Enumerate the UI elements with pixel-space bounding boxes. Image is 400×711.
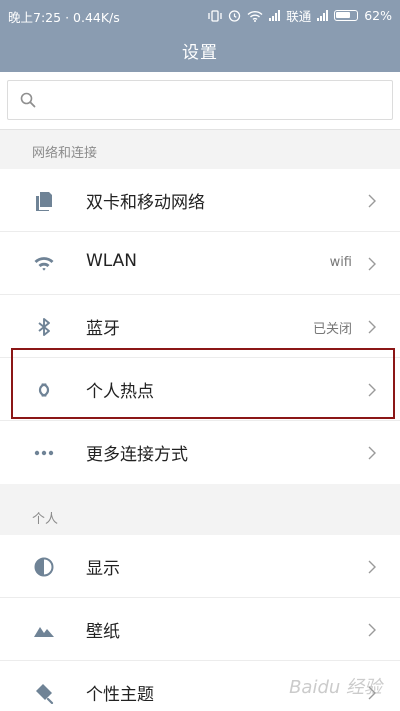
- setting-item-value: 已关闭: [312, 322, 352, 337]
- setting-item-more-connections[interactable]: 更多连接方式: [0, 421, 400, 484]
- chevron-right-icon: [368, 194, 376, 208]
- setting-item-label: 壁纸: [86, 622, 120, 642]
- wifi-status-icon: [247, 10, 263, 22]
- signal-icon-2: [317, 10, 329, 21]
- setting-item-label: 个人热点: [86, 382, 154, 402]
- vibrate-icon: [208, 9, 222, 22]
- battery-icon: [334, 10, 359, 21]
- chevron-right-icon: [368, 623, 376, 637]
- setting-item-display[interactable]: 显示: [0, 535, 400, 598]
- page-title: 设置: [182, 43, 218, 63]
- setting-item-label: 显示: [86, 559, 120, 579]
- section-title-network: 网络和连接: [32, 146, 98, 161]
- top-bar: 晚上7:25 · 0.44K/s 联通 62% 设置: [0, 0, 400, 72]
- setting-item-label: 个性主题: [86, 685, 154, 705]
- search-icon: [20, 92, 36, 108]
- search-bar: [0, 72, 400, 130]
- chevron-right-icon: [368, 383, 376, 397]
- more-dots-icon: [34, 450, 54, 456]
- setting-item-wallpaper[interactable]: 壁纸: [0, 598, 400, 661]
- carrier-name: 联通: [286, 9, 312, 24]
- wifi-icon: [34, 257, 54, 271]
- battery-level: 62%: [364, 8, 392, 23]
- alarm-icon: [229, 10, 241, 22]
- status-right: 联通 62%: [208, 6, 392, 25]
- setting-item-dual-sim[interactable]: 双卡和移动网络: [0, 169, 400, 232]
- setting-item-wlan[interactable]: WLAN wifi: [0, 232, 400, 295]
- status-time: 晚上7:25: [8, 10, 62, 25]
- setting-item-label: 蓝牙: [86, 319, 120, 339]
- chevron-right-icon: [368, 257, 376, 271]
- chevron-right-icon: [368, 446, 376, 460]
- section-network: 双卡和移动网络 WLAN wifi 蓝牙 已关闭 个人热点 更多连接方式: [0, 169, 400, 484]
- status-speed: 0.44K/s: [73, 10, 120, 25]
- wallpaper-icon: [34, 627, 54, 637]
- section-title-personal: 个人: [32, 512, 59, 527]
- setting-item-label: 更多连接方式: [86, 445, 188, 465]
- display-icon: [34, 557, 54, 577]
- status-bar: 晚上7:25 · 0.44K/s 联通 62%: [0, 0, 400, 30]
- watermark: Baidu 经验: [289, 677, 382, 698]
- search-input[interactable]: [7, 80, 393, 120]
- signal-icon: [269, 10, 281, 21]
- sim-card-icon: [36, 192, 52, 211]
- setting-item-label: WLAN: [86, 251, 138, 271]
- hotspot-icon: [38, 383, 50, 397]
- chevron-right-icon: [368, 560, 376, 574]
- chevron-right-icon: [368, 320, 376, 334]
- setting-item-label: 双卡和移动网络: [86, 193, 205, 213]
- theme-icon: [36, 684, 54, 704]
- setting-item-value: wifi: [329, 255, 352, 270]
- status-left: 晚上7:25 · 0.44K/s: [8, 10, 120, 25]
- setting-item-bluetooth[interactable]: 蓝牙 已关闭: [0, 295, 400, 358]
- setting-item-hotspot[interactable]: 个人热点: [0, 358, 400, 421]
- bluetooth-icon: [38, 318, 50, 336]
